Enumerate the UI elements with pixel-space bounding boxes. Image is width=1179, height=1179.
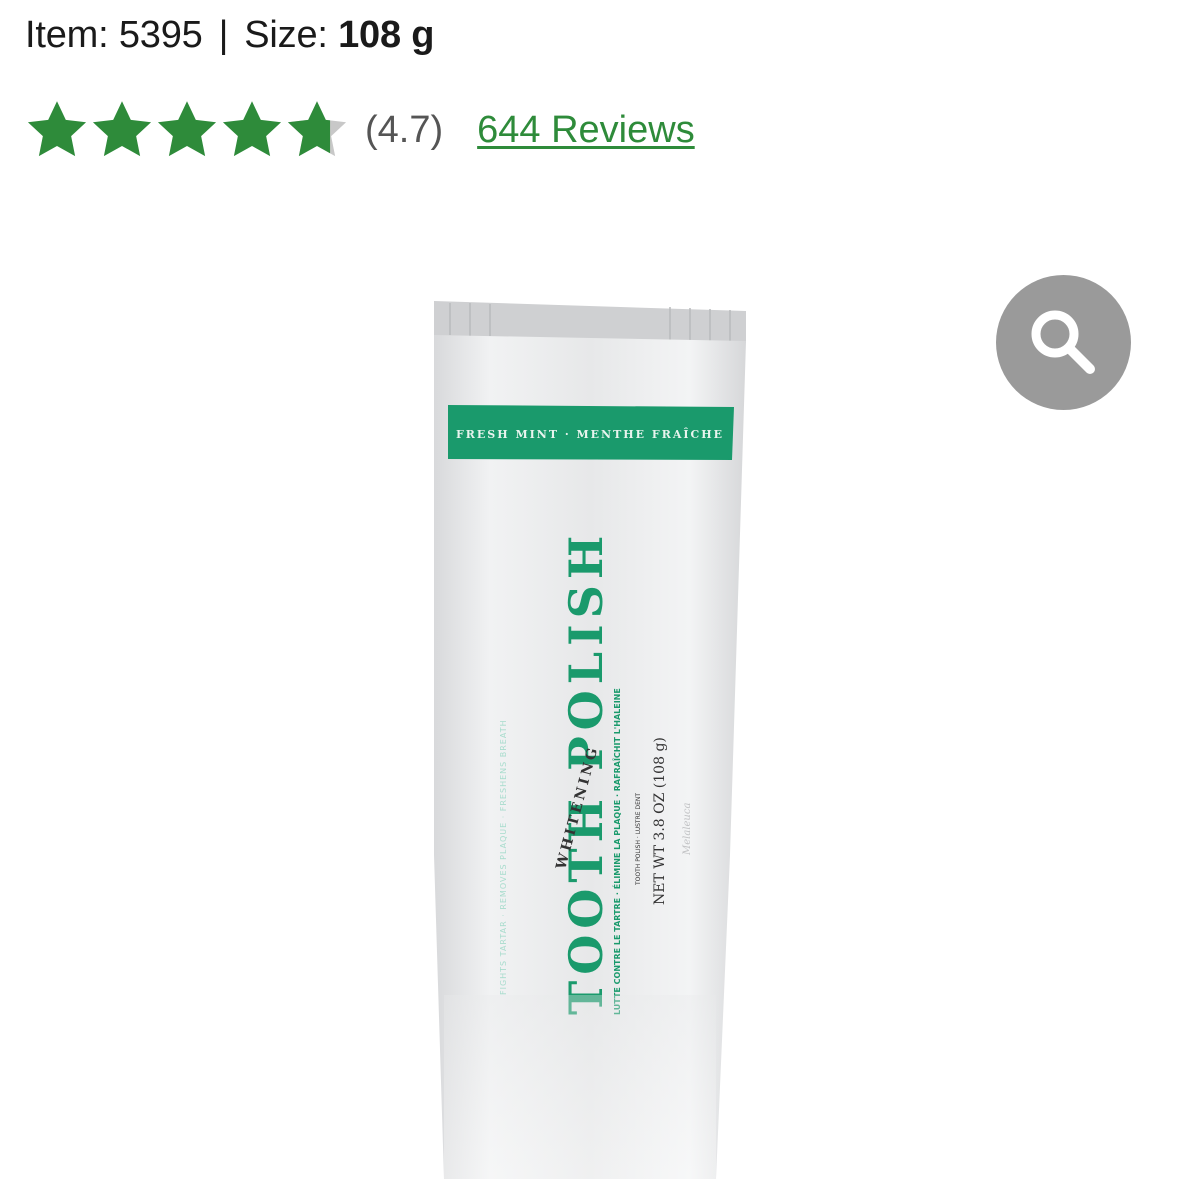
band-text: FRESH MINT · MENTHE FRAÎCHE — [456, 427, 724, 441]
net-weight-text: NET WT 3.8 OZ (108 g) — [652, 737, 668, 905]
star-icon — [157, 101, 217, 157]
zoom-button[interactable] — [996, 275, 1131, 410]
benefits-text: FIGHTS TARTAR · REMOVES PLAQUE · FRESHEN… — [499, 719, 508, 995]
size-value: 108 g — [338, 14, 435, 56]
star-icon — [27, 101, 87, 157]
partial-star-icon — [287, 101, 347, 157]
rating-row: (4.7) 644 Reviews — [25, 98, 695, 162]
french-text: LUTTE CONTRE LE TARTRE · ÉLIMINE LA PLAQ… — [611, 688, 622, 1015]
rating-value: (4.7) — [365, 108, 444, 151]
magnifier-icon — [1031, 310, 1095, 374]
item-number: 5395 — [118, 14, 203, 56]
product-meta: Item: 5395 | Size: 108 g — [25, 12, 434, 58]
star-rating — [25, 98, 349, 162]
item-label: Item: — [25, 14, 109, 56]
small-label-text: TOOTH POLISH · LUSTRE DENT — [635, 793, 642, 886]
size-label: Size: — [244, 14, 328, 56]
star-icon — [222, 101, 282, 157]
star-icon — [92, 101, 152, 157]
product-image: FRESH MINT · MENTHE FRAÎCHE TOOTH POLISH… — [434, 301, 746, 1179]
brand-text: Melaleuca — [682, 803, 693, 856]
reviews-link[interactable]: 644 Reviews — [477, 109, 695, 152]
meta-separator: | — [218, 14, 229, 56]
